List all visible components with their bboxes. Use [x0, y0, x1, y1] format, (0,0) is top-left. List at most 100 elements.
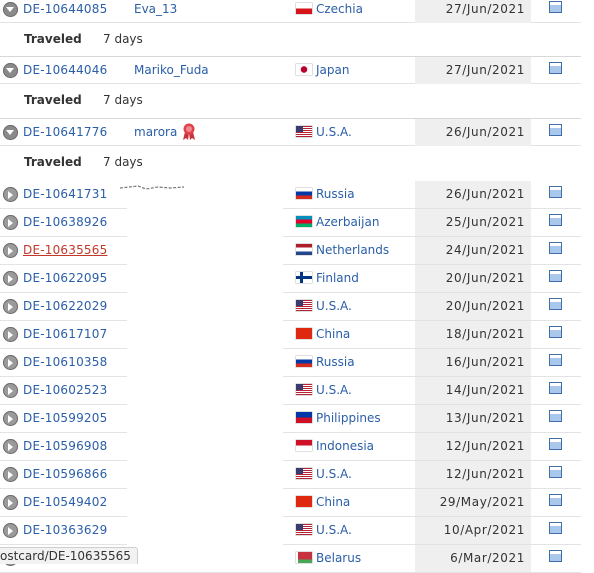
expand-row-icon[interactable] [3, 327, 18, 342]
view-postcard-icon[interactable] [549, 298, 562, 310]
country-link[interactable]: U.S.A. [296, 383, 352, 397]
view-postcard-icon[interactable] [549, 494, 562, 506]
collapse-row-icon[interactable] [3, 2, 18, 17]
expand-row-icon[interactable] [3, 439, 18, 454]
postcard-id-link[interactable]: DE-10599205 [23, 411, 107, 425]
country-link[interactable]: Russia [296, 355, 355, 369]
country-name: U.S.A. [316, 125, 352, 139]
view-postcard-icon[interactable] [549, 466, 562, 478]
expand-row-icon[interactable] [3, 523, 18, 538]
view-postcard-icon[interactable] [549, 62, 562, 74]
sender-username-link[interactable]: marora [134, 125, 177, 139]
postcard-id-link[interactable]: DE-10617107 [23, 327, 107, 341]
country-link[interactable]: China [296, 327, 350, 341]
country-link[interactable]: Azerbaijan [296, 215, 379, 229]
traveled-value: 7 days [103, 155, 143, 169]
expand-row-icon[interactable] [3, 467, 18, 482]
country-link[interactable]: Japan [296, 63, 349, 77]
view-postcard-icon[interactable] [549, 438, 562, 450]
flag-us-icon [296, 524, 312, 535]
country-link[interactable]: Finland [296, 271, 359, 285]
country-link[interactable]: U.S.A. [296, 299, 352, 313]
sent-date: 26/Jun/2021 [445, 125, 525, 139]
flag-cz-icon [296, 3, 312, 14]
sender-username-link[interactable]: Mariko_Fuda [134, 63, 209, 77]
view-postcard-icon[interactable] [549, 522, 562, 534]
view-postcard-icon[interactable] [549, 382, 562, 394]
postcard-id-link[interactable]: DE-10641731 [23, 187, 107, 201]
country-name: Czechia [316, 2, 363, 16]
traveled-value: 7 days [103, 93, 143, 107]
flag-us-icon [296, 126, 312, 137]
flag-ru-icon [296, 356, 312, 367]
expand-row-icon[interactable] [3, 187, 18, 202]
country-link[interactable]: Indonesia [296, 439, 374, 453]
view-postcard-icon[interactable] [549, 1, 562, 13]
postcard-id-link[interactable]: DE-10638926 [23, 215, 107, 229]
date-cell: 12/Jun/2021 [415, 433, 531, 460]
collapse-row-icon[interactable] [3, 125, 18, 140]
country-link[interactable]: Czechia [296, 2, 363, 16]
view-postcard-icon[interactable] [549, 124, 562, 136]
postcard-id-link[interactable]: DE-10363629 [23, 523, 107, 537]
postcard-row: DE-10638926 Azerbaijan 25/Jun/2021 [0, 209, 581, 237]
sent-date: 24/Jun/2021 [445, 243, 525, 257]
expand-row-icon[interactable] [3, 411, 18, 426]
postcard-id-link[interactable]: DE-10635565 [23, 243, 107, 257]
postcard-id-link[interactable]: DE-10596908 [23, 439, 107, 453]
postcard-row: DE-10599205 Philippines 13/Jun/2021 [0, 405, 581, 433]
redaction-scribble [119, 185, 185, 190]
expand-row-icon[interactable] [3, 243, 18, 258]
country-link[interactable]: China [296, 495, 350, 509]
view-postcard-icon[interactable] [549, 186, 562, 198]
expand-row-icon[interactable] [3, 299, 18, 314]
postcard-row: DE-10549402 China 29/May/2021 [0, 489, 581, 517]
country-link[interactable]: Russia [296, 187, 355, 201]
country-link[interactable]: U.S.A. [296, 523, 352, 537]
view-postcard-icon[interactable] [549, 242, 562, 254]
country-link[interactable]: Philippines [296, 411, 381, 425]
view-postcard-icon[interactable] [549, 214, 562, 226]
sent-date: 14/Jun/2021 [445, 383, 525, 397]
view-postcard-icon[interactable] [549, 326, 562, 338]
expand-row-icon[interactable] [3, 383, 18, 398]
date-cell: 16/Jun/2021 [415, 349, 531, 376]
postcard-row: DE-10644046 Mariko_Fuda Japan 27/Jun/2021 [0, 56, 581, 84]
postcard-id-link[interactable]: DE-10644085 [23, 2, 107, 16]
view-postcard-icon[interactable] [549, 410, 562, 422]
sent-date: 27/Jun/2021 [445, 63, 525, 77]
collapse-row-icon[interactable] [3, 63, 18, 78]
postcard-id-link[interactable]: DE-10622029 [23, 299, 107, 313]
country-link[interactable]: U.S.A. [296, 467, 352, 481]
postcard-id-link[interactable]: DE-10644046 [23, 63, 107, 77]
view-postcard-icon[interactable] [549, 270, 562, 282]
sender-username-link[interactable]: Eva_13 [134, 2, 177, 16]
view-postcard-icon[interactable] [549, 550, 562, 562]
postcard-id-link[interactable]: DE-10549402 [23, 495, 107, 509]
postcard-id-link[interactable]: DE-10596866 [23, 467, 107, 481]
expand-row-icon[interactable] [3, 215, 18, 230]
redacted-area [127, 190, 283, 563]
expand-row-icon[interactable] [3, 355, 18, 370]
postcard-id-link[interactable]: DE-10610358 [23, 355, 107, 369]
date-cell: 25/Jun/2021 [415, 209, 531, 236]
date-cell: 12/Jun/2021 [415, 461, 531, 488]
view-postcard-icon[interactable] [549, 354, 562, 366]
country-name: Indonesia [316, 439, 375, 453]
postcard-id-link[interactable]: DE-10622095 [23, 271, 107, 285]
flag-us-icon [296, 300, 312, 311]
postcard-row: DE-10596908 Indonesia 12/Jun/2021 [0, 433, 581, 461]
sent-date: 27/Jun/2021 [445, 2, 525, 16]
expand-row-icon[interactable] [3, 495, 18, 510]
country-link[interactable]: Netherlands [296, 243, 389, 257]
postcard-row: DE-10602523 U.S.A. 14/Jun/2021 [0, 377, 581, 405]
sent-date: 12/Jun/2021 [445, 439, 525, 453]
postcard-id-link[interactable]: DE-10641776 [23, 125, 107, 139]
flag-cn-icon [296, 328, 312, 339]
country-link[interactable]: U.S.A. [296, 125, 352, 139]
expand-row-icon[interactable] [3, 271, 18, 286]
date-cell: 27/Jun/2021 [415, 0, 531, 23]
postcard-row: DE-10622029 U.S.A. 20/Jun/2021 [0, 293, 581, 321]
postcard-id-link[interactable]: DE-10602523 [23, 383, 107, 397]
country-name: U.S.A. [316, 467, 352, 481]
